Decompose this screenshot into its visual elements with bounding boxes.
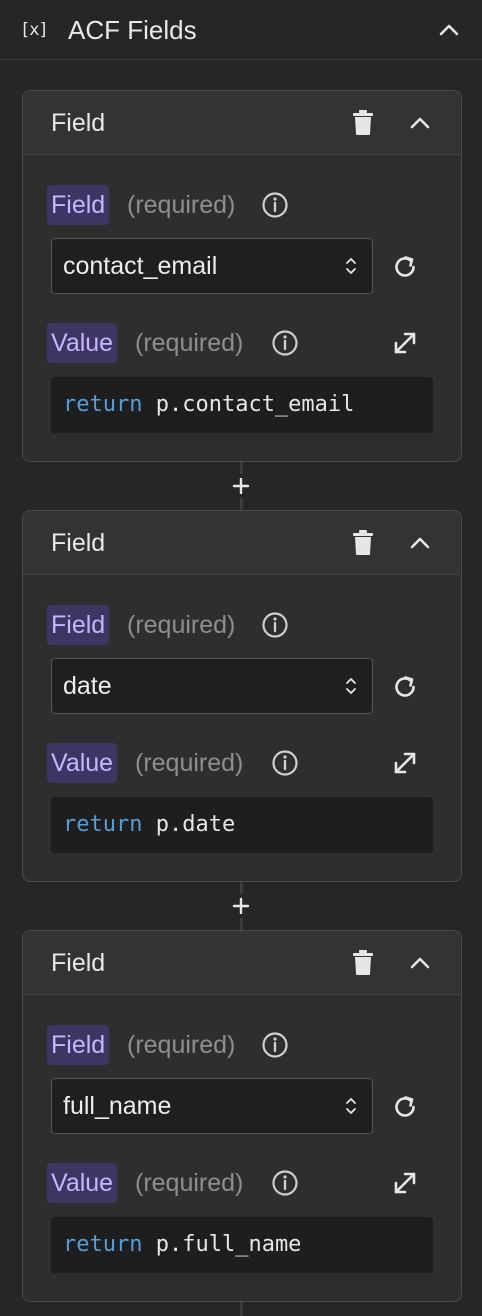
refresh-icon[interactable] bbox=[391, 253, 419, 281]
chevron-up-icon[interactable] bbox=[436, 18, 462, 42]
field-card-header[interactable]: Field bbox=[23, 511, 460, 575]
info-icon[interactable] bbox=[261, 611, 289, 639]
expand-icon[interactable] bbox=[391, 329, 419, 357]
info-icon[interactable] bbox=[261, 191, 289, 219]
field-card-title: Field bbox=[51, 949, 106, 977]
value-code-editor[interactable]: return p.full_name bbox=[51, 1217, 433, 1273]
code-keyword: return bbox=[63, 812, 143, 837]
add-field-button[interactable] bbox=[229, 894, 253, 918]
select-arrows-icon bbox=[346, 678, 356, 694]
value-required-label: (required) bbox=[135, 1169, 244, 1197]
field-required-label: (required) bbox=[127, 611, 236, 639]
chevron-up-icon[interactable] bbox=[407, 950, 433, 976]
field-label-badge: Field bbox=[47, 185, 110, 225]
info-icon[interactable] bbox=[271, 749, 299, 777]
field-select-value: contact_email bbox=[63, 252, 218, 280]
field-card-title: Field bbox=[51, 109, 106, 137]
variable-icon: [x] bbox=[20, 20, 49, 40]
value-required-label: (required) bbox=[135, 329, 244, 357]
field-label-badge: Field bbox=[47, 1025, 110, 1065]
select-arrows-icon bbox=[346, 1098, 356, 1114]
info-icon[interactable] bbox=[271, 1169, 299, 1197]
info-icon[interactable] bbox=[261, 1031, 289, 1059]
code-expression: p.full_name bbox=[155, 1232, 302, 1257]
code-keyword: return bbox=[63, 1232, 143, 1257]
refresh-icon[interactable] bbox=[391, 1093, 419, 1121]
field-select[interactable]: full_name bbox=[51, 1078, 373, 1134]
field-card-header[interactable]: Field bbox=[23, 931, 460, 995]
value-required-label: (required) bbox=[135, 749, 244, 777]
info-icon[interactable] bbox=[271, 329, 299, 357]
field-card: Field Field (required) full_name Value (… bbox=[22, 930, 462, 1302]
field-card-header[interactable]: Field bbox=[23, 91, 460, 155]
field-card: Field Field (required) contact_email Val… bbox=[22, 90, 462, 462]
field-select-value: date bbox=[63, 672, 112, 700]
field-card: Field Field (required) date Value (requi… bbox=[22, 510, 462, 882]
field-required-label: (required) bbox=[127, 1031, 236, 1059]
refresh-icon[interactable] bbox=[391, 673, 419, 701]
code-expression: p.contact_email bbox=[155, 392, 355, 417]
value-code-editor[interactable]: return p.date bbox=[51, 797, 433, 853]
trash-icon[interactable] bbox=[351, 950, 375, 976]
chevron-up-icon[interactable] bbox=[407, 530, 433, 556]
code-keyword: return bbox=[63, 392, 143, 417]
field-card-title: Field bbox=[51, 529, 106, 557]
value-label-badge: Value bbox=[47, 323, 118, 363]
field-select[interactable]: contact_email bbox=[51, 238, 373, 294]
field-select-value: full_name bbox=[63, 1092, 172, 1120]
panel-header[interactable]: [x] ACF Fields bbox=[0, 0, 482, 60]
value-label-badge: Value bbox=[47, 1163, 118, 1203]
code-expression: p.date bbox=[155, 812, 236, 837]
value-label-badge: Value bbox=[47, 743, 118, 783]
field-select[interactable]: date bbox=[51, 658, 373, 714]
select-arrows-icon bbox=[346, 258, 356, 274]
trash-icon[interactable] bbox=[351, 110, 375, 136]
connector-line bbox=[240, 1302, 243, 1316]
field-required-label: (required) bbox=[127, 191, 236, 219]
expand-icon[interactable] bbox=[391, 1169, 419, 1197]
chevron-up-icon[interactable] bbox=[407, 110, 433, 136]
add-field-button[interactable] bbox=[229, 474, 253, 498]
expand-icon[interactable] bbox=[391, 749, 419, 777]
trash-icon[interactable] bbox=[351, 530, 375, 556]
field-label-badge: Field bbox=[47, 605, 110, 645]
acf-fields-panel: [x] ACF Fields Field Field (required) co… bbox=[0, 0, 482, 1316]
panel-title: ACF Fields bbox=[68, 15, 197, 45]
value-code-editor[interactable]: return p.contact_email bbox=[51, 377, 433, 433]
